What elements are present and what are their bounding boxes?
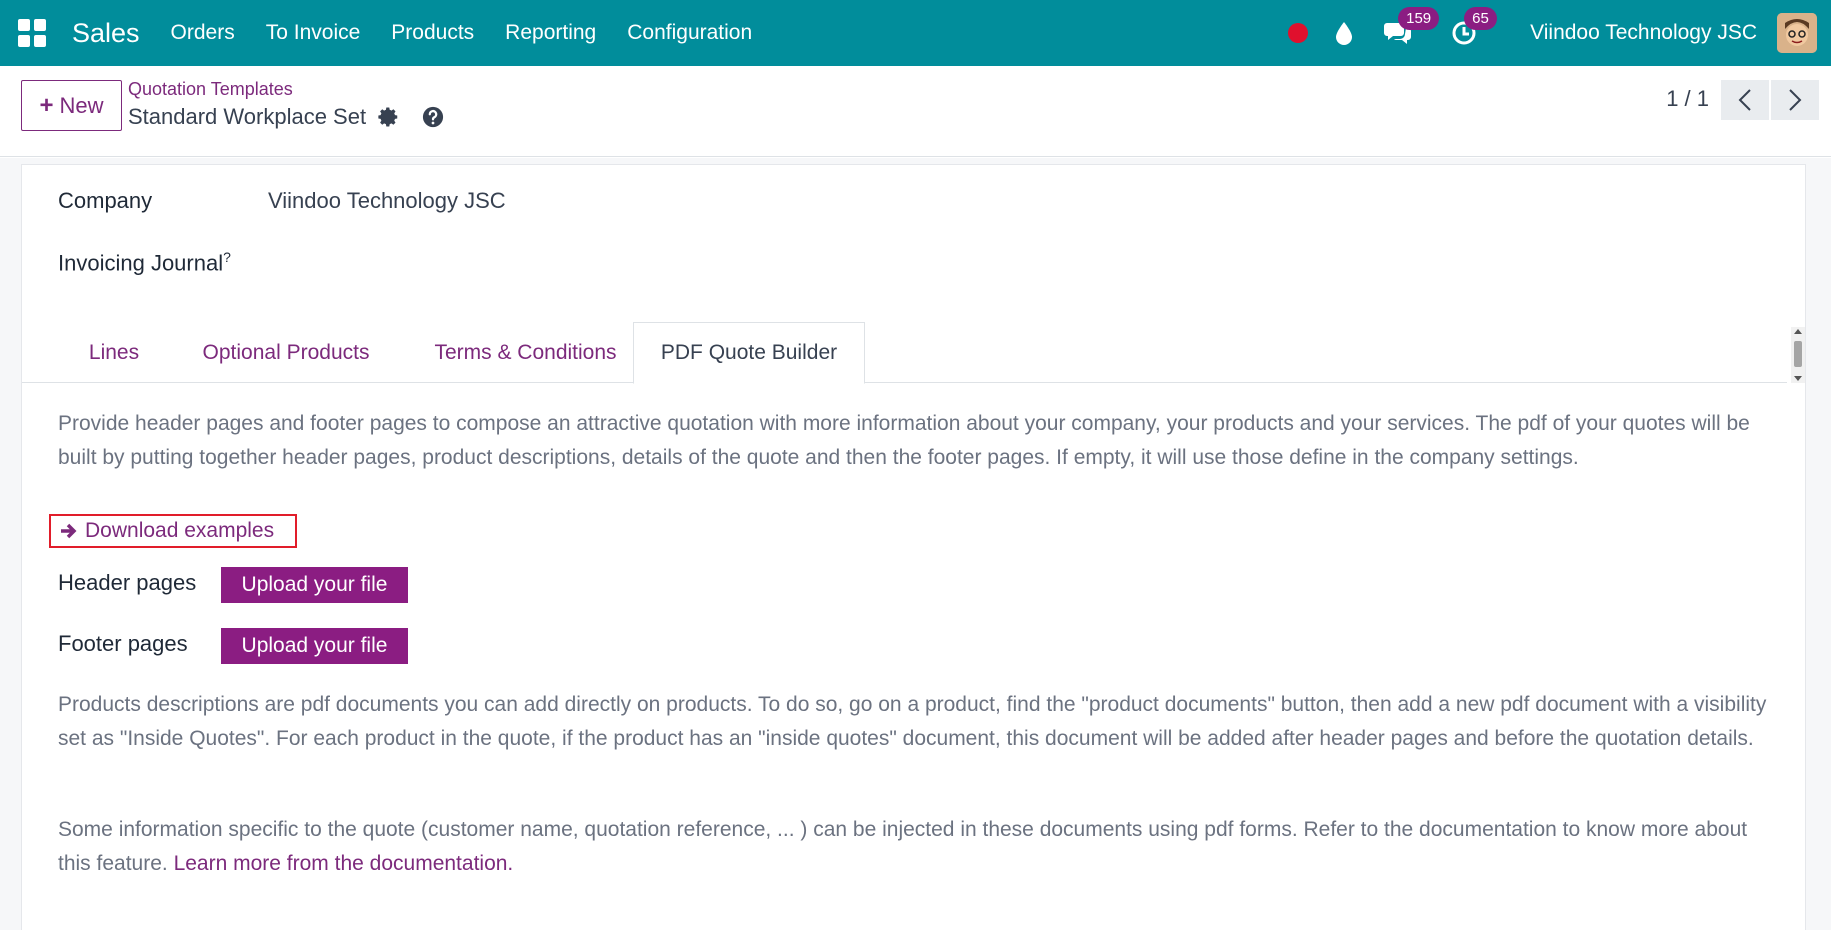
footer-upload-button[interactable]: Upload your file (221, 628, 408, 664)
menu-reporting[interactable]: Reporting (505, 21, 596, 45)
chevron-right-icon (1789, 89, 1802, 111)
pager-value[interactable]: 1 / 1 (1666, 86, 1709, 112)
activities-count-badge: 65 (1464, 7, 1497, 30)
help-icon[interactable] (422, 106, 444, 128)
app-name[interactable]: Sales (72, 18, 140, 49)
tab-pdf-quote-builder[interactable]: PDF Quote Builder (633, 322, 865, 384)
activities-button[interactable]: 65 (1446, 7, 1497, 51)
header-pages-label: Header pages (58, 570, 197, 595)
footer-pages-label: Footer pages (58, 631, 188, 656)
breadcrumb-quotation-templates[interactable]: Quotation Templates (128, 79, 293, 100)
header-upload-button[interactable]: Upload your file (221, 567, 408, 603)
apps-menu-icon[interactable] (18, 19, 46, 47)
journal-help-tooltip[interactable]: ? (223, 249, 231, 265)
download-examples-link[interactable]: Download examples (49, 514, 297, 548)
form-sheet: Company Viindoo Technology JSC Invoicing… (21, 164, 1806, 930)
pdf-builder-intro: Provide header pages and footer pages to… (58, 412, 1750, 469)
navbar-systray: 159 65 Viindoo Technology JSC (1288, 0, 1831, 66)
breadcrumb-current: Standard Workplace Set (128, 104, 444, 130)
menu-orders[interactable]: Orders (171, 21, 235, 45)
record-title: Standard Workplace Set (128, 104, 367, 129)
plus-icon: + (39, 91, 54, 119)
control-panel: + New Quotation Templates Standard Workp… (0, 66, 1831, 157)
products-description-text: Products descriptions are pdf documents … (58, 693, 1767, 750)
inner-scrollbar[interactable] (1791, 327, 1805, 383)
company-switcher[interactable]: Viindoo Technology JSC (1530, 21, 1757, 45)
form-view: Company Viindoo Technology JSC Invoicing… (0, 158, 1831, 930)
scroll-down-arrow-icon[interactable] (1794, 376, 1802, 381)
droplet-icon[interactable] (1332, 19, 1356, 47)
pager-next-button[interactable] (1771, 80, 1819, 120)
menu-products[interactable]: Products (391, 21, 474, 45)
pdf-forms-info: Some information specific to the quote (… (58, 813, 1778, 881)
notebook-tabs: Lines Optional Products Terms & Conditio… (22, 322, 1787, 384)
user-avatar[interactable] (1777, 13, 1817, 53)
tab-optional-products[interactable]: Optional Products (182, 322, 390, 383)
top-navbar: Sales Orders To Invoice Products Reporti… (0, 0, 1831, 66)
download-examples-label: Download examples (85, 519, 275, 542)
new-button[interactable]: + New (21, 80, 122, 131)
gear-icon[interactable] (378, 106, 400, 128)
messages-button[interactable]: 159 (1380, 7, 1440, 51)
tab-terms-conditions[interactable]: Terms & Conditions (405, 322, 646, 383)
tab-lines[interactable]: Lines (58, 322, 170, 383)
company-label: Company (58, 188, 153, 213)
messages-count-badge: 159 (1398, 7, 1440, 30)
company-field[interactable]: Viindoo Technology JSC (268, 188, 506, 214)
scroll-up-arrow-icon[interactable] (1794, 329, 1802, 334)
record-indicator-icon[interactable] (1288, 23, 1309, 43)
arrow-right-icon (61, 523, 77, 539)
pager-previous-button[interactable] (1721, 80, 1769, 120)
invoicing-journal-label: Invoicing Journal? (58, 249, 231, 276)
menu-configuration[interactable]: Configuration (627, 21, 752, 45)
menu-to-invoice[interactable]: To Invoice (266, 21, 361, 45)
new-button-label: New (59, 92, 104, 118)
invoicing-journal-text: Invoicing Journal (58, 250, 224, 276)
chevron-left-icon (1738, 89, 1751, 111)
documentation-link[interactable]: Learn more from the documentation. (174, 852, 514, 875)
scroll-thumb[interactable] (1794, 341, 1802, 367)
